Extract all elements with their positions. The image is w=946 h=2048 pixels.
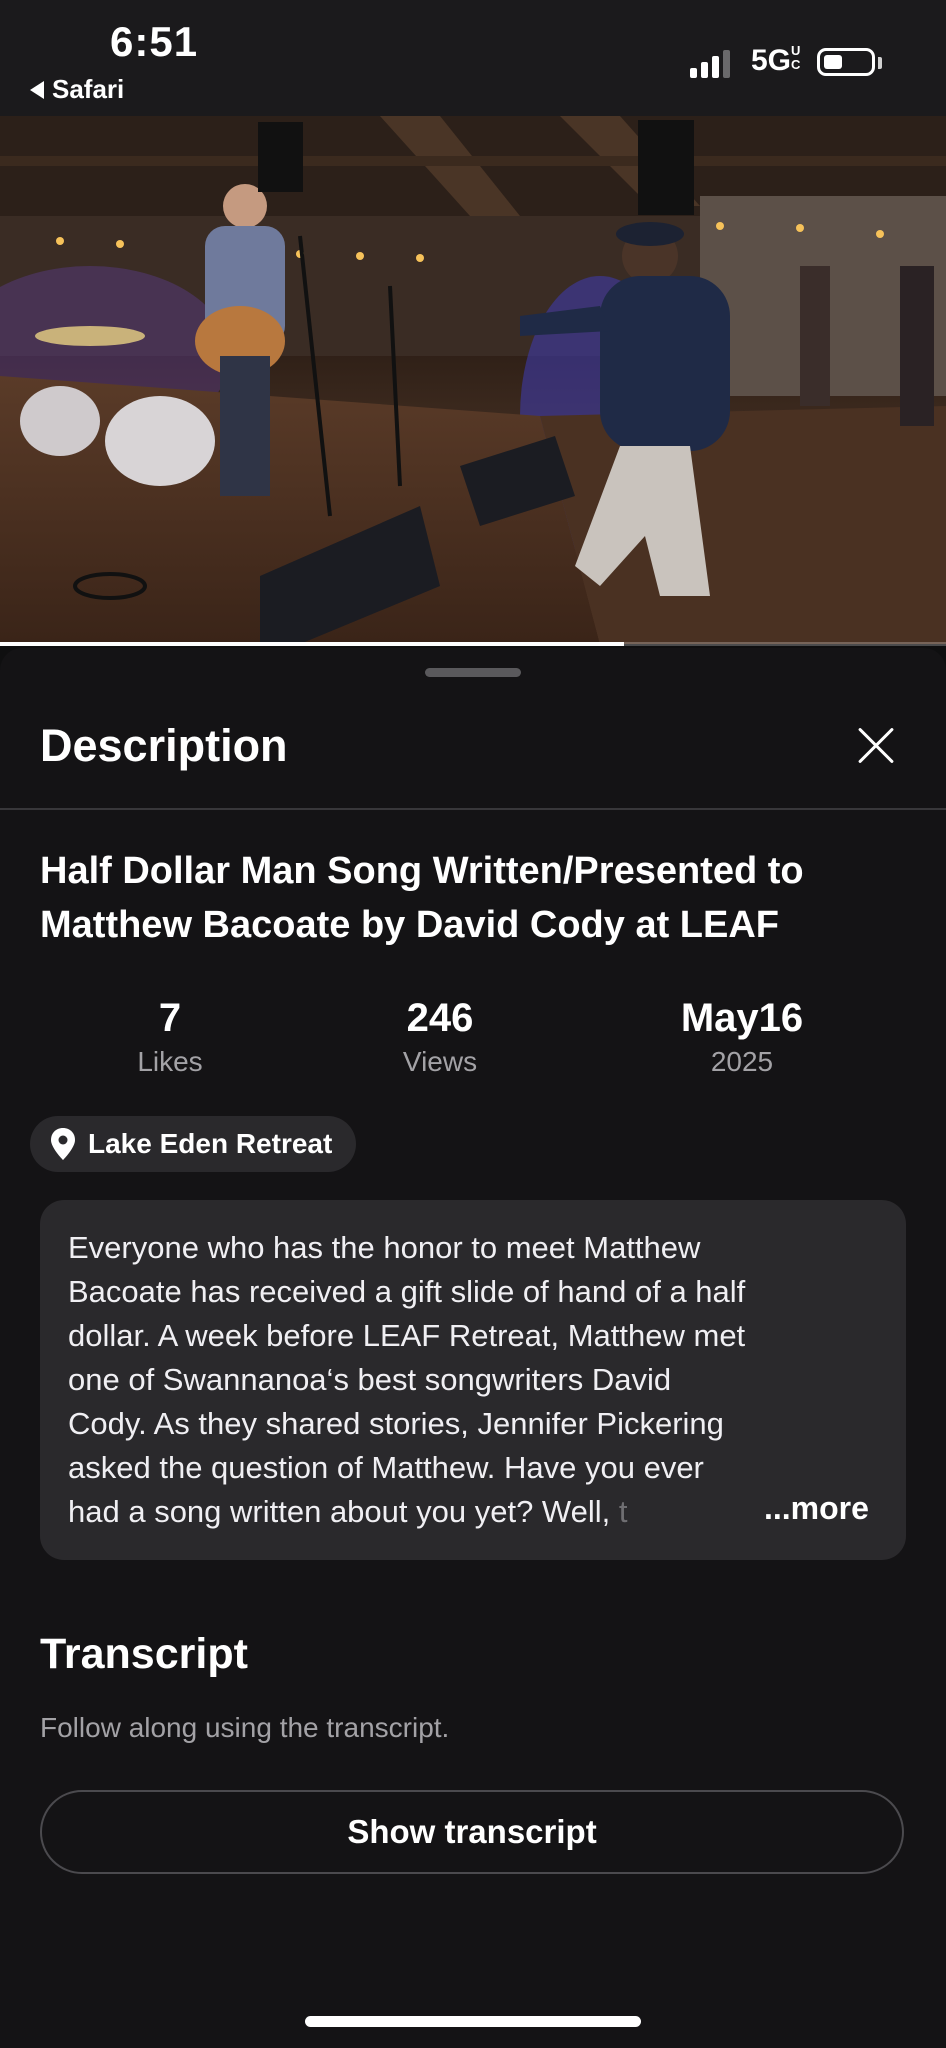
status-time: 6:51 [110,18,199,65]
back-app-label: Safari [52,74,125,104]
transcript-subtitle: Follow along using the transcript. [40,1712,450,1743]
date-year: 2025 [710,1046,774,1077]
date-stat: May16 2025 [662,994,822,1082]
more-button[interactable]: ...more [752,1490,869,1527]
transcript-heading: Transcript [40,1630,248,1678]
views-label: Views [402,1046,478,1077]
close-icon[interactable] [856,726,896,766]
home-indicator[interactable] [305,2016,641,2027]
description-text: Everyone who has the honor to meet Matth… [68,1230,746,1529]
sheet-title: Description [40,720,288,771]
description-sheet: Description Half Dollar Man Song Written… [0,648,946,2048]
views-stat: 246 Views [380,994,500,1082]
stats-row: 7 Likes 246 Views May16 2025 [0,994,946,1084]
concert-video-frame [0,116,946,644]
battery-tip [878,57,882,69]
location-pin-icon [51,1128,75,1160]
status-bar: 6:51 Safari 5GUC [0,0,946,116]
back-arrow-icon [30,80,44,99]
views-count: 246 [406,996,474,1040]
video-progress-fill [0,642,625,646]
location-name: Lake Eden Retreat [88,1128,333,1159]
show-transcript-button[interactable]: Show transcript [40,1790,904,1874]
sheet-drag-handle[interactable] [425,668,521,677]
divider [0,808,946,810]
location-chip[interactable]: Lake Eden Retreat [30,1116,357,1172]
description-card[interactable]: Everyone who has the honor to meet Matth… [40,1200,906,1560]
likes-stat: 7 Likes [110,994,230,1082]
video-progress-bar[interactable] [0,642,946,646]
video-player[interactable] [0,116,946,644]
battery-icon [817,48,875,76]
video-title: Half Dollar Man Song Written/Presented t… [40,850,804,946]
likes-label: Likes [137,1046,203,1077]
likes-count: 7 [158,996,182,1040]
back-to-safari-link[interactable]: Safari [30,74,124,105]
network-type: 5GUC [751,43,801,78]
date-day: May16 [680,996,804,1040]
cellular-signal-icon [690,48,730,78]
